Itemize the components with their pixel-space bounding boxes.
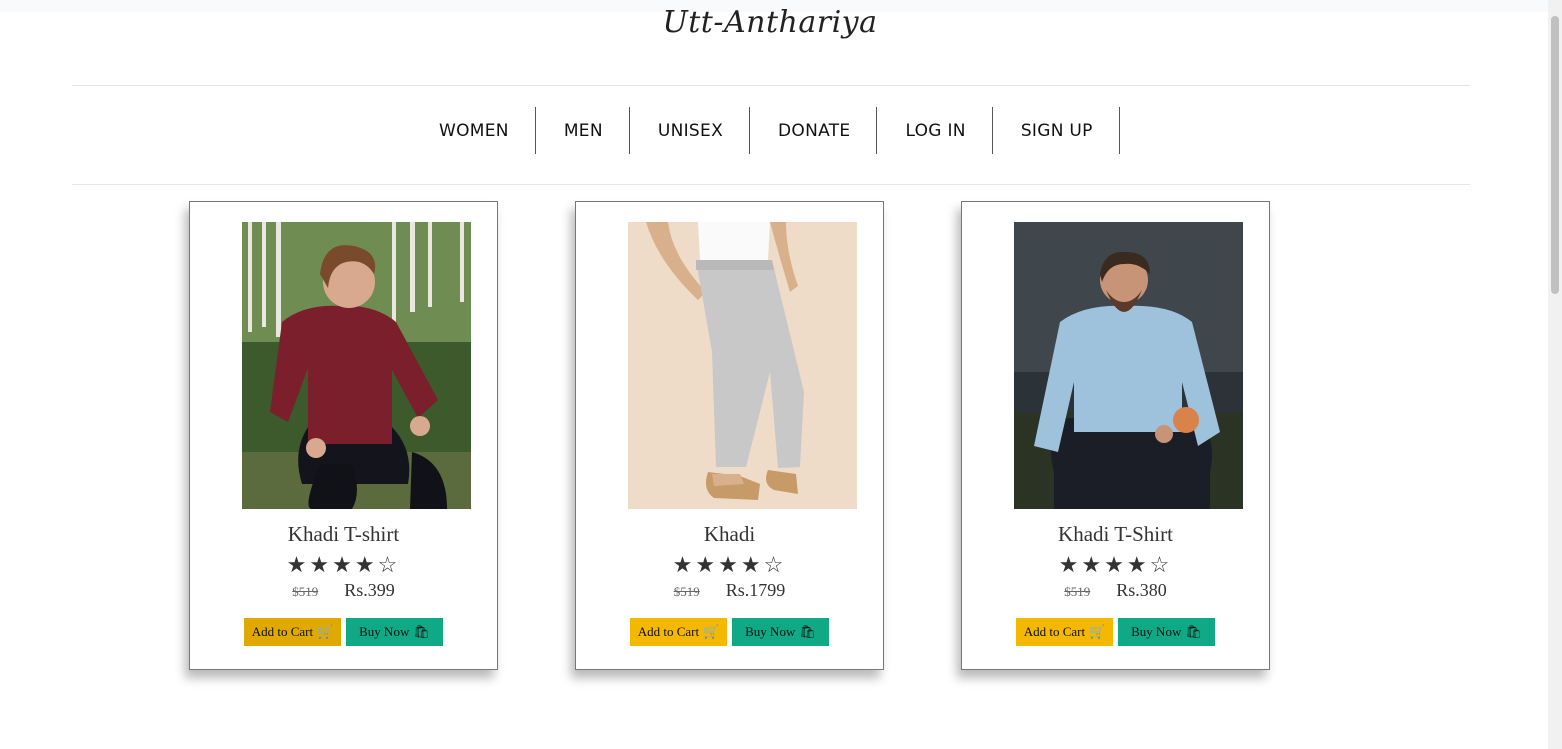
main-nav: WOMEN MEN UNISEX DONATE LOG IN SIGN UP [411,107,1120,154]
buy-now-button[interactable]: Buy Now 🛍 [346,618,443,646]
product-actions: Add to Cart 🛒 Buy Now 🛍 [244,618,443,646]
nav-unisex[interactable]: UNISEX [630,107,751,154]
original-price: $519 [1064,584,1091,599]
star-filled-icon: ★ [695,552,719,577]
buy-now-button[interactable]: Buy Now 🛍 [1118,618,1215,646]
nav-women[interactable]: WOMEN [411,107,536,154]
star-filled-icon: ★ [672,552,696,577]
star-filled-icon: ★ [718,552,741,577]
buy-now-label: Buy Now [745,624,796,639]
sale-price: Rs.1799 [725,580,786,600]
shopping-bag-icon: 🛍 [799,624,816,639]
add-to-cart-button[interactable]: Add to Cart 🛒 [244,618,341,646]
product-prices: $519 Rs.399 [190,580,497,601]
product-rating: ★★★★☆ [576,552,883,578]
page-scrollbar[interactable] [1548,0,1562,749]
star-filled-icon: ★ [1104,552,1127,577]
product-actions: Add to Cart 🛒 Buy Now 🛍 [630,618,829,646]
star-filled-icon: ★ [332,552,355,577]
star-empty-icon: ☆ [377,552,401,577]
product-card: Khadi T-Shirt ★★★★☆ $519 Rs.380 Add to C… [961,201,1270,670]
add-to-cart-button[interactable]: Add to Cart 🛒 [1016,618,1113,646]
original-price: $519 [292,584,319,599]
sale-price: Rs.380 [1116,580,1167,600]
header-divider-bottom [72,184,1470,185]
nav-sign-up[interactable]: SIGN UP [993,107,1120,154]
cart-icon: 🛒 [1089,624,1106,639]
shopping-bag-icon: 🛍 [413,624,430,639]
add-to-cart-button[interactable]: Add to Cart 🛒 [630,618,727,646]
star-filled-icon: ★ [309,552,333,577]
add-to-cart-label: Add to Cart [637,624,700,639]
product-title[interactable]: Khadi T-Shirt [962,522,1269,547]
buy-now-label: Buy Now [1131,624,1182,639]
original-price: $519 [673,584,700,599]
product-actions: Add to Cart 🛒 Buy Now 🛍 [1016,618,1215,646]
product-image[interactable] [1014,222,1243,509]
product-prices: $519 Rs.380 [962,580,1269,601]
product-title[interactable]: Khadi [576,522,883,547]
product-rating: ★★★★☆ [190,552,497,578]
product-image[interactable] [242,222,471,509]
add-to-cart-label: Add to Cart [1023,624,1086,639]
star-empty-icon: ☆ [1149,552,1173,577]
product-prices: $519 Rs.1799 [576,580,883,601]
product-title[interactable]: Khadi T-shirt [190,522,497,547]
add-to-cart-label: Add to Cart [251,624,314,639]
cart-icon: 🛒 [703,624,720,639]
star-empty-icon: ☆ [763,552,787,577]
product-card: Khadi T-shirt ★★★★☆ $519 Rs.399 Add to C… [189,201,498,670]
sale-price: Rs.399 [344,580,395,600]
brand-logo[interactable]: Utt-Anthariya [0,0,1540,56]
product-rating: ★★★★☆ [962,552,1269,578]
star-filled-icon: ★ [1058,552,1082,577]
header-divider-top [72,85,1470,86]
buy-now-button[interactable]: Buy Now 🛍 [732,618,829,646]
star-filled-icon: ★ [286,552,310,577]
nav-log-in[interactable]: LOG IN [877,107,993,154]
nav-donate[interactable]: DONATE [750,107,878,154]
product-image[interactable] [628,222,857,509]
star-filled-icon: ★ [1081,552,1105,577]
star-filled-icon: ★ [740,552,764,577]
nav-men[interactable]: MEN [536,107,630,154]
scrollbar-thumb[interactable] [1551,16,1559,294]
star-filled-icon: ★ [1126,552,1150,577]
buy-now-label: Buy Now [359,624,410,639]
shopping-bag-icon: 🛍 [1185,624,1202,639]
product-card: Khadi ★★★★☆ $519 Rs.1799 Add to Cart 🛒 B… [575,201,884,670]
cart-icon: 🛒 [317,624,334,639]
star-filled-icon: ★ [354,552,378,577]
